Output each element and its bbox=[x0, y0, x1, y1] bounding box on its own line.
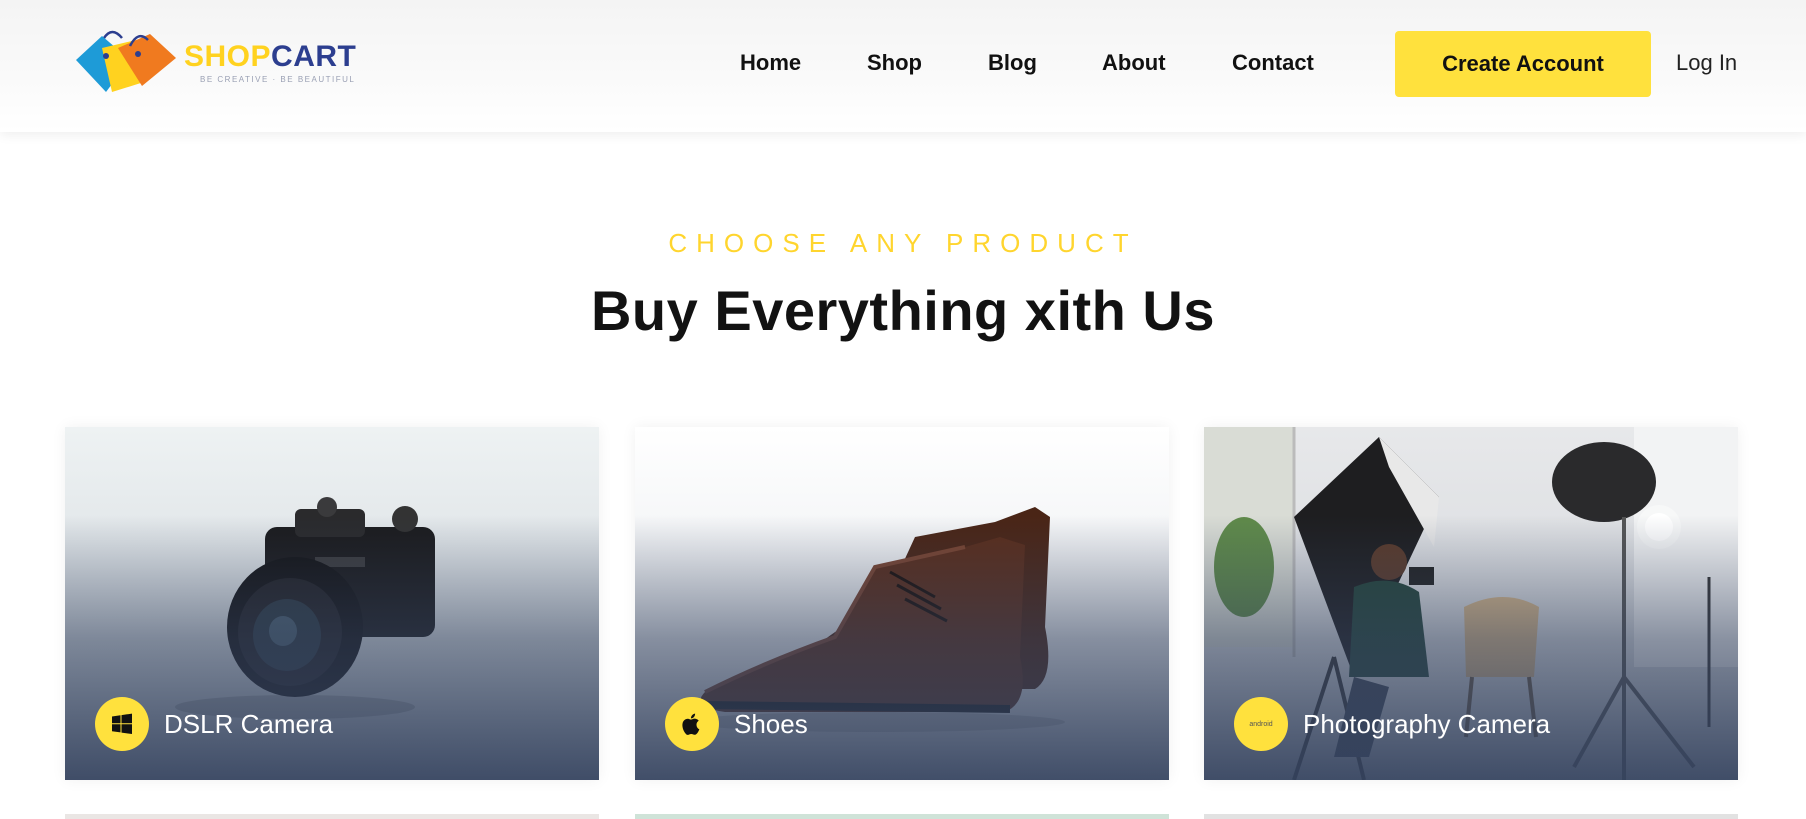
logo-word-cart: CART bbox=[271, 40, 357, 73]
create-account-button[interactable]: Create Account bbox=[1395, 31, 1651, 97]
next-card-edge bbox=[635, 814, 1169, 819]
card-label: Shoes bbox=[734, 709, 808, 739]
logo-word-shop: SHOP bbox=[184, 40, 272, 73]
logo[interactable]: SHOPCART BE CREATIVE · BE BEAUTIFUL bbox=[72, 30, 372, 98]
section-eyebrow: CHOOSE ANY PRODUCT bbox=[668, 228, 1138, 258]
nav-about[interactable]: About bbox=[1102, 50, 1166, 76]
nav-home[interactable]: Home bbox=[740, 50, 801, 76]
login-link[interactable]: Log In bbox=[1676, 50, 1737, 76]
shopping-bags-logo-icon bbox=[76, 30, 176, 92]
nav-blog[interactable]: Blog bbox=[988, 50, 1037, 76]
card-label: Photography Camera bbox=[1303, 709, 1551, 739]
category-card-photography-camera[interactable]: android Photography Camera bbox=[1204, 427, 1738, 780]
apple-icon bbox=[665, 697, 719, 751]
category-card-shoes[interactable]: Shoes bbox=[635, 427, 1169, 780]
next-card-edge bbox=[1204, 814, 1738, 819]
android-icon: android bbox=[1234, 697, 1288, 751]
next-card-edge bbox=[65, 814, 599, 819]
category-card-dslr-camera[interactable]: DSLR Camera bbox=[65, 427, 599, 780]
nav-contact[interactable]: Contact bbox=[1232, 50, 1314, 76]
logo-tagline: BE CREATIVE · BE BEAUTIFUL bbox=[200, 75, 356, 84]
site-header: SHOPCART BE CREATIVE · BE BEAUTIFUL Home… bbox=[0, 0, 1806, 132]
card-label: DSLR Camera bbox=[164, 709, 334, 739]
logo-wordmark: SHOPCART bbox=[184, 40, 356, 74]
section-title: Buy Everything xith Us bbox=[590, 279, 1216, 342]
windows-icon bbox=[95, 697, 149, 751]
nav-shop[interactable]: Shop bbox=[867, 50, 922, 76]
android-icon-text: android bbox=[1249, 720, 1273, 728]
